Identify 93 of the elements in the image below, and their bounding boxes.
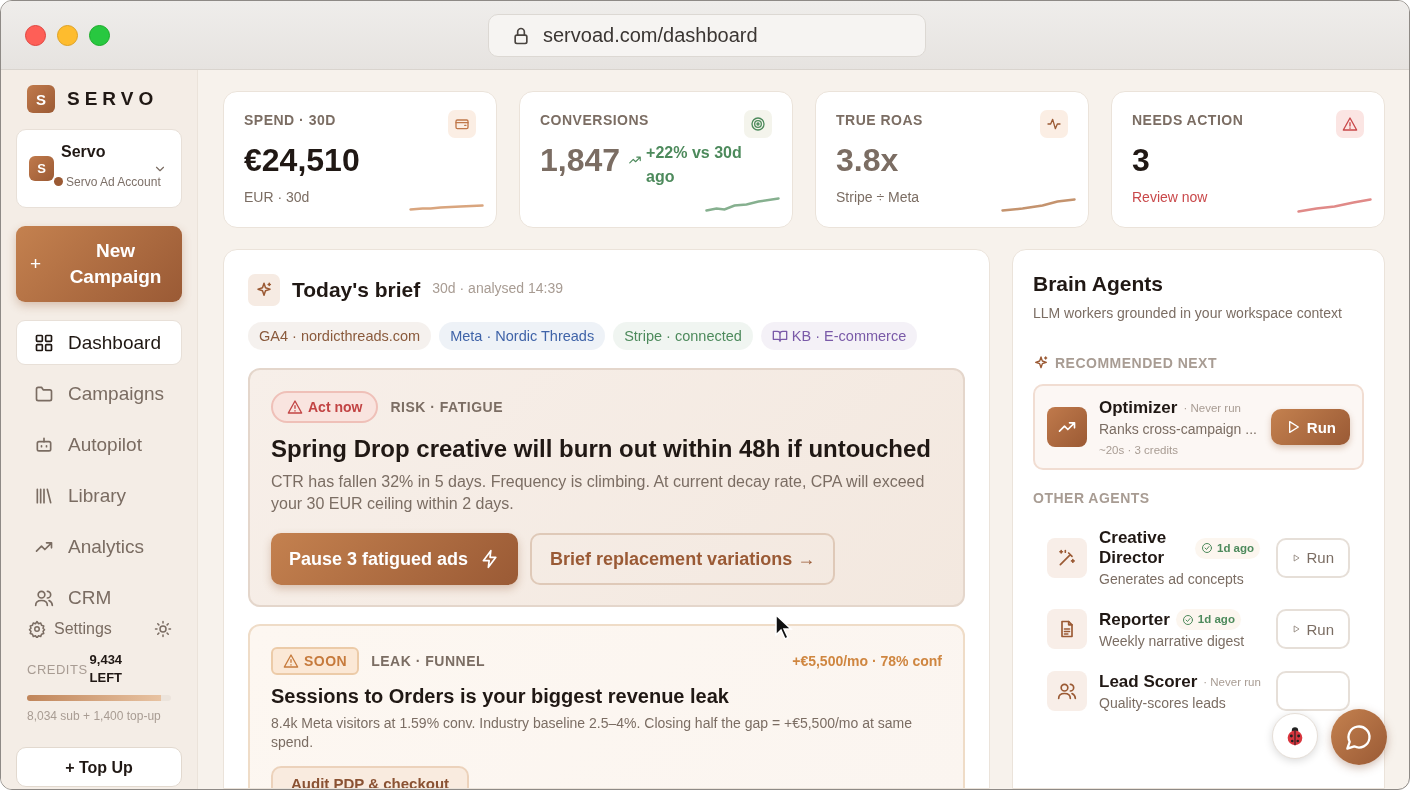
insight-category: LEAK · FUNNEL xyxy=(371,653,486,669)
agent-meta: ~20s · 3 credits xyxy=(1099,444,1179,456)
run-status-badge: 1d ago xyxy=(1175,609,1241,630)
insight-title: Spring Drop creative will burn out within 48h if untouched xyxy=(271,435,933,463)
agent-status: · Never run xyxy=(1203,675,1261,688)
wand-icon xyxy=(1057,547,1077,568)
account-avatar: S xyxy=(29,156,54,181)
metric-value: 1,847 xyxy=(540,142,621,179)
section-heading: RECOMMENDED NEXT xyxy=(1055,355,1217,371)
agent-description: Ranks cross-campaign ... xyxy=(1099,421,1258,437)
nav-item[interactable]: Autopilot xyxy=(16,422,182,467)
url-text: servoad.com/dashboard xyxy=(543,24,758,47)
panel-title: Today's brief xyxy=(292,278,421,302)
gear-icon xyxy=(28,620,46,638)
priority-badge: Act now xyxy=(271,391,379,423)
metric-label: SPEND · 30D xyxy=(244,112,336,128)
credits-label: CREDITS xyxy=(27,661,88,677)
panel-meta: 30d · analysed 14:39 xyxy=(432,280,564,296)
sparkle-icon xyxy=(255,281,273,299)
run-button[interactable]: Run xyxy=(1270,409,1350,445)
insight-title: Sessions to Orders is your biggest revenue leak xyxy=(271,685,730,708)
review-link[interactable]: Review now xyxy=(1132,189,1364,205)
nav-item[interactable]: Campaigns xyxy=(16,371,182,416)
priority-badge: SOON xyxy=(271,647,360,675)
nav-item[interactable]: Dashboard xyxy=(16,320,182,365)
action-button[interactable]: Audit PDP & checkout xyxy=(271,766,470,788)
people-icon xyxy=(1057,681,1077,701)
warning-icon xyxy=(283,653,299,669)
action-button[interactable]: Brief replacement variations → xyxy=(530,533,836,585)
source-tag[interactable]: Stripe · connected xyxy=(613,322,753,350)
account-name: Servo xyxy=(61,142,107,161)
address-bar[interactable]: servoad.com/dashboard xyxy=(488,14,926,57)
status-dot xyxy=(54,177,63,186)
panel-title: Brain Agents xyxy=(1033,272,1164,296)
metric-caption: Stripe ÷ Meta xyxy=(836,189,921,205)
window-control[interactable] xyxy=(57,24,78,46)
agent-name: Lead Scorer xyxy=(1099,671,1198,692)
sparkle-icon xyxy=(1033,355,1049,371)
panel-subtitle: LLM workers grounded in your workspace context xyxy=(1033,305,1343,321)
section-heading: OTHER AGENTS xyxy=(1033,490,1150,506)
account-switcher[interactable]: S Servo Servo Ad Account xyxy=(16,129,182,208)
agent-name: Creative Director xyxy=(1099,528,1168,568)
lock-icon xyxy=(511,25,531,46)
new-campaign-button[interactable]: + New Campaign xyxy=(16,226,182,302)
settings-link[interactable]: Settings xyxy=(54,620,112,638)
metric-delta: +22% vs 30d ago xyxy=(646,143,743,187)
metric-value: €24,510 xyxy=(244,142,360,179)
metric-value: 3.8x xyxy=(836,142,899,179)
agent-name: Optimizer xyxy=(1099,398,1178,418)
target-icon xyxy=(750,116,766,132)
metric-label: NEEDS ACTION xyxy=(1132,112,1244,128)
agent-description: Quality-scores leads xyxy=(1099,694,1227,711)
agent-description: Generates ad concepts xyxy=(1099,571,1245,587)
source-tag[interactable]: KB · E-commerce xyxy=(760,322,918,350)
insight-description: 8.4k Meta visitors at 1.59% conv. Industry baseline 2.5–4%. Closing half the gap = +€5,500/mo at same spend. xyxy=(271,714,913,752)
account-subtitle: Servo Ad Account xyxy=(66,174,161,189)
agent-description: Weekly narrative digest xyxy=(1099,633,1246,649)
brand-name: SERVO xyxy=(67,88,159,110)
credits-detail: 8,034 sub + 1,400 top-up xyxy=(27,708,162,725)
run-button[interactable]: Run xyxy=(1276,609,1350,649)
wallet-icon xyxy=(454,116,470,132)
action-button[interactable]: Pause 3 fatigued ads xyxy=(271,533,519,585)
warning-icon xyxy=(1342,116,1358,132)
grid-icon xyxy=(34,332,54,353)
run-button[interactable]: Run xyxy=(1276,537,1350,578)
sun-icon[interactable] xyxy=(154,620,172,638)
nav-item[interactable]: Library xyxy=(16,473,182,518)
mouse-pointer-icon xyxy=(774,613,794,641)
logo-mark: S xyxy=(27,85,55,113)
chat-bubble-icon xyxy=(1345,723,1373,751)
insight-category: RISK · FATIGUE xyxy=(390,399,503,415)
metric-label: CONVERSIONS xyxy=(540,112,649,128)
pulse-icon xyxy=(1046,116,1062,132)
warning-icon xyxy=(287,399,303,415)
metric-value: 3 xyxy=(1132,142,1150,179)
trend-up-icon xyxy=(628,153,643,167)
impact-estimate: +€5,500/mo · 78% conf xyxy=(792,653,942,669)
check-circle-icon xyxy=(1201,542,1213,554)
nav-item[interactable]: Analytics xyxy=(16,524,182,569)
window-control[interactable] xyxy=(89,24,110,46)
source-tag[interactable]: Meta · Nordic Threads xyxy=(439,322,606,350)
window-control[interactable] xyxy=(25,24,46,46)
metric-label: TRUE ROAS xyxy=(836,112,923,128)
top-up-button[interactable]: + Top Up xyxy=(16,747,182,787)
credits-value: 9,434 LEFT xyxy=(89,651,124,687)
source-tag[interactable]: GA4 · nordicthreads.com xyxy=(248,322,432,350)
run-status-badge: 1d ago xyxy=(1195,537,1261,559)
metric-caption: EUR · 30d xyxy=(244,189,311,205)
agent-status: · Never run xyxy=(1183,402,1241,414)
insight-description: CTR has fallen 32% in 5 days. Frequency is climbing. At current decay rate, CPA will exceed your 30 EUR ceiling within 2 days. xyxy=(271,472,926,514)
check-circle-icon xyxy=(1181,613,1194,626)
agent-name: Reporter xyxy=(1099,609,1170,630)
nav-item[interactable]: CRM xyxy=(16,575,182,620)
